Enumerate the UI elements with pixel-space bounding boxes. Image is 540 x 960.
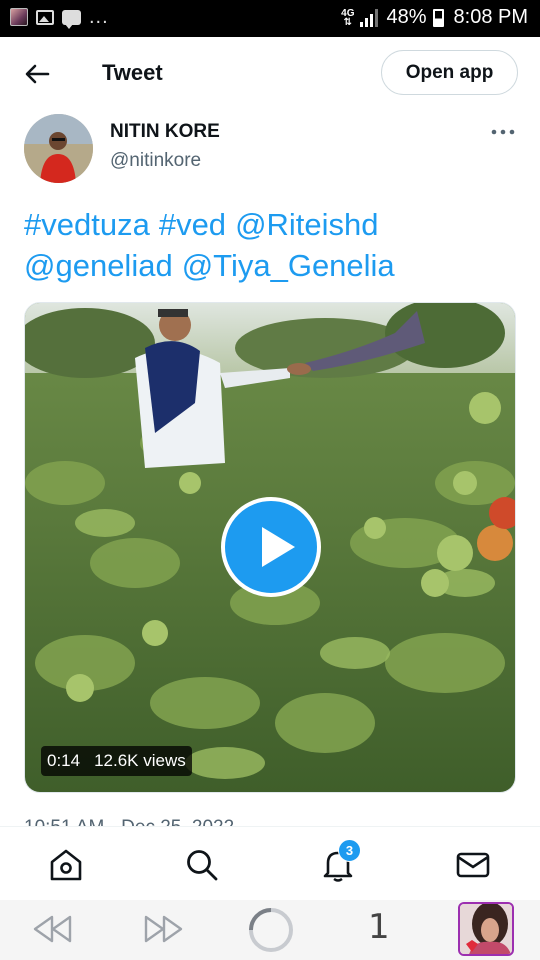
mention-link[interactable]: @geneliad xyxy=(24,248,173,283)
more-options-icon[interactable] xyxy=(490,122,516,142)
status-bar: ... 4G ⇅ 48% 8:08 PM xyxy=(0,0,540,37)
play-button[interactable] xyxy=(221,497,321,597)
author-avatar[interactable] xyxy=(24,114,93,183)
app-notification-icon xyxy=(10,8,28,26)
battery-percent: 48% xyxy=(386,6,427,28)
status-system: 4G ⇅ 48% 8:08 PM xyxy=(341,6,528,29)
profile-thumbnail[interactable] xyxy=(458,902,514,956)
author-name[interactable]: NITIN KORE xyxy=(110,121,220,143)
open-app-button[interactable]: Open app xyxy=(381,50,518,95)
tweet-timestamp: 10:51 AM · Dec 25, 2022 xyxy=(24,815,234,826)
loading-icon xyxy=(249,908,293,952)
network-type: 4G ⇅ xyxy=(341,7,355,28)
chat-icon xyxy=(62,9,81,29)
notification-badge: 3 xyxy=(338,839,361,862)
mention-link[interactable]: @Tiya_Genelia xyxy=(182,248,395,283)
mention-link[interactable]: @Riteishd xyxy=(235,207,378,242)
hashtag-link[interactable]: #ved xyxy=(159,207,226,242)
clock: 8:08 PM xyxy=(453,6,528,28)
more-notifications-indicator: ... xyxy=(89,6,109,28)
rewind-icon[interactable] xyxy=(32,914,74,944)
video-info: 0:14 12.6K views xyxy=(41,746,192,776)
tweet-text: #vedtuza #ved @Riteishd @geneliad @Tiya_Gen… xyxy=(24,204,519,286)
signal-icon xyxy=(360,8,380,27)
battery-icon xyxy=(432,8,444,27)
fast-forward-icon[interactable] xyxy=(142,914,184,944)
tweet-header: Tweet Open app xyxy=(0,37,540,111)
home-icon[interactable] xyxy=(48,847,84,883)
video-duration: 0:14 xyxy=(47,751,81,770)
author-handle[interactable]: @nitinkore xyxy=(110,150,201,172)
search-icon[interactable] xyxy=(184,847,220,883)
tab-count[interactable]: 1 xyxy=(368,907,390,947)
image-icon xyxy=(36,9,54,25)
video-views: 12.6K views xyxy=(94,751,186,770)
page-title: Tweet xyxy=(102,60,163,85)
hashtag-link[interactable]: #vedtuza xyxy=(24,207,150,242)
status-notifications: ... xyxy=(10,6,109,29)
bottom-navigation: 3 xyxy=(0,826,540,900)
back-arrow-icon[interactable] xyxy=(22,59,52,89)
tweet-video[interactable]: 0:14 12.6K views xyxy=(24,302,516,793)
messages-icon[interactable] xyxy=(455,847,491,883)
